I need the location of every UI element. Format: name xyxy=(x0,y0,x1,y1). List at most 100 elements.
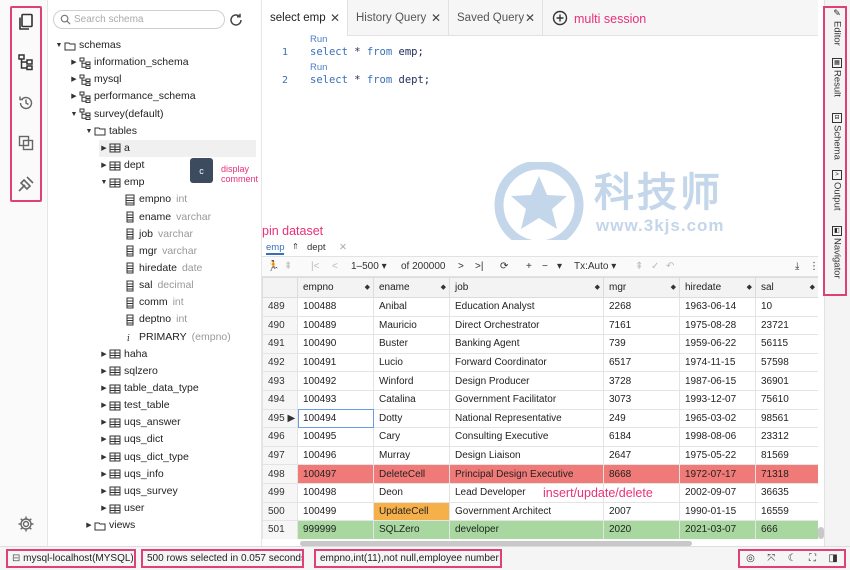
table-cell[interactable]: 2268 xyxy=(603,297,680,317)
tree-node[interactable]: ▶ mysql xyxy=(69,71,121,88)
table-row[interactable]: 498 100497 DeleteCell Principal Design Exec… xyxy=(262,464,818,484)
row-number[interactable]: 490 xyxy=(262,315,298,336)
table-cell[interactable]: 999999 xyxy=(297,520,374,539)
run-step-icon[interactable]: 🏃 xyxy=(267,261,279,272)
dataset-tab-dept[interactable]: dept xyxy=(307,242,326,253)
table-cell[interactable]: 7161 xyxy=(603,315,680,336)
table-cell[interactable]: Education Analyst xyxy=(449,297,604,317)
chevron-icon[interactable]: ▼ xyxy=(69,106,79,123)
table-cell[interactable]: 3728 xyxy=(603,371,680,391)
tree-node[interactable]: ▶ haha xyxy=(99,346,147,363)
table-cell[interactable]: Cary xyxy=(373,427,450,447)
prev-page-icon[interactable]: < xyxy=(332,261,338,272)
chevron-icon[interactable]: ▶ xyxy=(99,363,109,380)
table-cell[interactable]: UpdateCell xyxy=(373,501,450,522)
table-row[interactable]: 495 ▶ 100494 Dotty National Representative 2… xyxy=(262,408,818,429)
chevron-icon[interactable]: ▶ xyxy=(69,71,79,88)
right-tab-output[interactable]: > Output xyxy=(827,170,847,211)
apply-icon[interactable]: ✓ xyxy=(651,261,659,272)
more-icon[interactable]: ⋮ xyxy=(809,261,819,272)
commit-icon[interactable]: ⇞ xyxy=(635,261,643,272)
table-cell[interactable]: 100490 xyxy=(297,334,374,354)
tx-mode-select[interactable]: Tx:Auto ▾ xyxy=(574,261,616,272)
close-icon[interactable]: ✕ xyxy=(339,242,347,253)
table-cell[interactable]: DeleteCell xyxy=(373,464,450,484)
chevron-icon[interactable]: ▶ xyxy=(99,346,109,363)
theme-icon[interactable]: ☾ xyxy=(788,553,797,564)
pin-window-icon[interactable]: ⤧ xyxy=(767,553,775,564)
right-tab-editor[interactable]: ✎ Editor xyxy=(827,8,847,46)
table-row[interactable]: 497 100496 Murray Design Liaison 2647 1975-05… xyxy=(262,445,818,466)
table-cell[interactable]: 1965-03-02 xyxy=(679,408,756,429)
row-number[interactable]: 501 xyxy=(262,520,298,539)
row-number[interactable]: 494 xyxy=(262,389,298,410)
sort-icon[interactable]: ◆ xyxy=(810,283,815,291)
table-cell[interactable]: 100498 xyxy=(297,482,374,503)
table-cell[interactable]: Anibal xyxy=(373,297,450,317)
row-number[interactable]: 495 ▶ xyxy=(262,408,298,429)
table-cell[interactable]: Design Producer xyxy=(449,371,604,391)
table-cell[interactable]: 1998-08-06 xyxy=(679,427,756,447)
table-cell[interactable]: 57598 xyxy=(755,352,818,373)
column-header-ename[interactable]: ename ◆ xyxy=(373,277,450,298)
table-cell[interactable]: 1987-06-15 xyxy=(679,371,756,391)
chevron-icon[interactable]: ▶ xyxy=(99,140,109,157)
table-cell[interactable]: 1959-06-22 xyxy=(679,334,756,354)
chevron-icon[interactable]: ▶ xyxy=(69,54,79,71)
tree-node[interactable]: mgr varchar xyxy=(114,243,197,260)
table-row[interactable]: 491 100490 Buster Banking Agent 739 1959-06-2… xyxy=(262,334,818,354)
table-cell[interactable]: 2007 xyxy=(603,501,680,522)
table-cell[interactable]: 100494 xyxy=(297,408,374,429)
download-icon[interactable]: ⤓ xyxy=(795,261,799,272)
tab-saved-query[interactable]: Saved Query ✕ xyxy=(449,0,543,36)
table-cell[interactable]: 100488 xyxy=(297,297,374,317)
tree-node[interactable]: ▶ table_data_type xyxy=(99,380,198,397)
tree-node[interactable]: ▶ information_schema xyxy=(69,54,189,71)
refresh-data-icon[interactable]: ⟳ xyxy=(500,261,508,272)
table-cell[interactable]: 81569 xyxy=(755,445,818,466)
refresh-icon[interactable] xyxy=(228,12,244,28)
code-line-1[interactable]: select * from emp; xyxy=(310,46,424,58)
table-cell[interactable]: Government Facilitator xyxy=(449,389,604,410)
tree-node[interactable]: comm int xyxy=(114,294,184,311)
chevron-icon[interactable]: ▶ xyxy=(99,500,109,517)
delete-row-icon[interactable]: − xyxy=(542,261,548,272)
table-cell[interactable]: 2647 xyxy=(603,445,680,466)
close-icon[interactable]: ✕ xyxy=(431,0,441,36)
table-cell[interactable]: 8668 xyxy=(603,464,680,484)
table-cell[interactable]: 666 xyxy=(755,520,818,539)
add-row-icon[interactable]: + xyxy=(526,261,532,272)
row-number[interactable]: 496 xyxy=(262,427,298,447)
sort-icon[interactable]: ◆ xyxy=(671,283,676,291)
tree-node[interactable]: ▶ test_table xyxy=(99,397,169,414)
layout-icon[interactable]: ◨ xyxy=(828,553,837,564)
schema-tree-icon[interactable] xyxy=(16,52,36,72)
row-number[interactable]: 492 xyxy=(262,352,298,373)
tree-node[interactable]: ▶ uqs_info xyxy=(99,466,163,483)
table-row[interactable]: 500 100499 UpdateCell Government Architect 2… xyxy=(262,501,818,522)
schema-search-box[interactable] xyxy=(53,10,225,29)
table-row[interactable]: 496 100495 Cary Consulting Executive 6184 199… xyxy=(262,427,818,447)
table-cell[interactable]: Deon xyxy=(373,482,450,503)
row-number[interactable]: 493 xyxy=(262,371,298,391)
pin-row-icon[interactable]: ⇞ xyxy=(284,261,292,272)
tree-node[interactable]: ▼ schemas xyxy=(54,37,121,54)
right-tab-schema[interactable]: ⊟ Schema xyxy=(827,113,847,160)
chevron-icon[interactable]: ▼ xyxy=(84,123,94,140)
row-number[interactable]: 497 xyxy=(262,445,298,466)
table-cell[interactable]: Catalina xyxy=(373,389,450,410)
first-page-icon[interactable]: |< xyxy=(311,261,319,272)
tree-node[interactable]: ▶ uqs_dict xyxy=(99,431,163,448)
table-cell[interactable]: 1975-05-22 xyxy=(679,445,756,466)
undo-icon[interactable]: ↶ xyxy=(666,261,674,272)
tree-node[interactable]: ▶ views xyxy=(84,517,135,534)
table-row[interactable]: 492 100491 Lucio Forward Coordinator 6517 197… xyxy=(262,352,818,373)
table-cell[interactable]: 100496 xyxy=(297,445,374,466)
gear-icon[interactable] xyxy=(16,514,36,534)
table-cell[interactable]: 100489 xyxy=(297,315,374,336)
right-tab-navigator[interactable]: ◧ Navigator xyxy=(827,226,847,279)
table-cell[interactable]: 6184 xyxy=(603,427,680,447)
tree-node[interactable]: ename varchar xyxy=(114,209,211,226)
table-cell[interactable]: 23721 xyxy=(755,315,818,336)
pin-icon[interactable]: ⇑ xyxy=(292,242,299,251)
